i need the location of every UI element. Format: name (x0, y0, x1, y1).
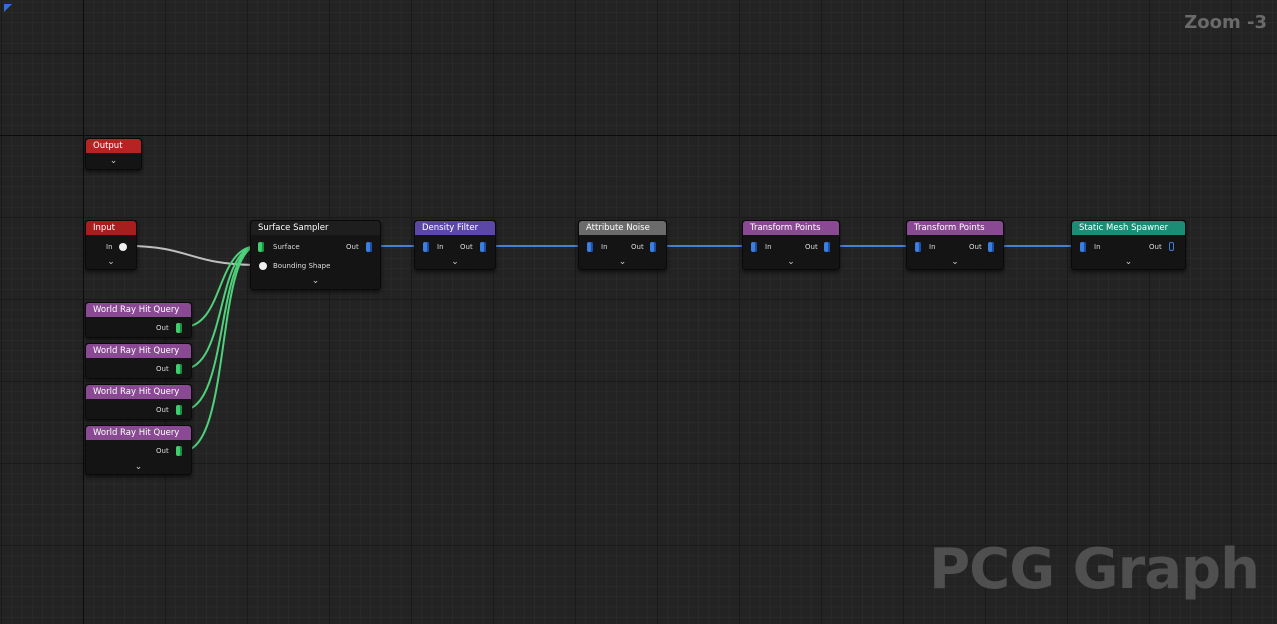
pin-row: In Out (1072, 241, 1185, 253)
pin-row: In Out (415, 241, 495, 253)
pin-label: Out (631, 243, 644, 251)
point-data-pin-icon[interactable] (915, 242, 921, 252)
spatial-data-pin-icon[interactable] (258, 242, 264, 252)
pin-label: In (1094, 243, 1101, 251)
pin-label: Out (346, 243, 359, 251)
pin-row: In Out (743, 241, 839, 253)
pin-label: Out (460, 243, 473, 251)
pin-label: In (601, 243, 608, 251)
pin-label: In (106, 243, 113, 251)
chevron-down-icon[interactable]: ⌄ (312, 277, 320, 286)
pin-label: Out (156, 447, 169, 455)
node-transform-points[interactable]: Transform Points In Out ⌄ (906, 220, 1004, 270)
pin-label: Out (156, 406, 169, 414)
pin-label: Out (156, 324, 169, 332)
in-pin-icon[interactable] (119, 243, 127, 251)
chevron-down-icon[interactable]: ⌄ (451, 258, 459, 267)
node-surface-sampler[interactable]: Surface Sampler Surface Out Bounding Sha… (250, 220, 381, 290)
pin-row: In Out (579, 241, 666, 253)
node-title: World Ray Hit Query (86, 385, 191, 399)
node-world-ray-hit-query[interactable]: World Ray Hit Query Out (85, 302, 192, 338)
node-transform-points[interactable]: Transform Points In Out ⌄ (742, 220, 840, 270)
point-data-pin-icon[interactable] (988, 242, 994, 252)
chevron-down-icon[interactable]: ⌄ (110, 157, 118, 166)
chevron-down-icon[interactable]: ⌄ (951, 258, 959, 267)
chevron-down-icon[interactable]: ⌄ (619, 258, 627, 267)
node-density-filter[interactable]: Density Filter In Out ⌄ (414, 220, 496, 270)
pin-label: Out (969, 243, 982, 251)
pin-label: In (437, 243, 444, 251)
point-data-pin-icon[interactable] (587, 242, 593, 252)
graph-canvas[interactable]: Zoom -3 PCG Graph Output ⌄ Input In ⌄ Wo… (0, 0, 1277, 624)
pin-label: Out (156, 365, 169, 373)
node-world-ray-hit-query[interactable]: World Ray Hit Query Out (85, 343, 192, 379)
spatial-data-pin-icon[interactable] (176, 446, 182, 456)
node-title: World Ray Hit Query (86, 344, 191, 358)
wire-query1-to-surface[interactable] (182, 245, 259, 328)
point-data-pin-icon[interactable] (480, 242, 486, 252)
node-world-ray-hit-query[interactable]: World Ray Hit Query Out (85, 384, 192, 420)
surface-pin-row: Surface Out (251, 241, 380, 253)
chevron-down-icon[interactable]: ⌄ (1125, 258, 1133, 267)
pin-label: In (765, 243, 772, 251)
node-title: Surface Sampler (251, 221, 380, 235)
wire-query4-to-surface[interactable] (182, 245, 259, 452)
point-data-pin-icon[interactable] (751, 242, 757, 252)
output-pin-row: Out (86, 322, 191, 334)
node-output[interactable]: Output ⌄ (85, 138, 142, 170)
node-static-mesh-spawner[interactable]: Static Mesh Spawner In Out ⌄ (1071, 220, 1186, 270)
node-input[interactable]: Input In ⌄ (85, 220, 137, 270)
point-data-pin-icon[interactable] (423, 242, 429, 252)
output-pin-row: Out (86, 445, 191, 457)
node-world-ray-hit-query[interactable]: World Ray Hit Query Out ⌄ (85, 425, 192, 475)
node-title: Attribute Noise (579, 221, 666, 235)
point-data-pin-icon[interactable] (824, 242, 830, 252)
pin-label: Surface (273, 243, 300, 251)
node-title: Transform Points (907, 221, 1003, 235)
bounding-shape-pin-icon[interactable] (259, 262, 267, 270)
pin-label: Bounding Shape (273, 262, 331, 270)
node-title: Static Mesh Spawner (1072, 221, 1185, 235)
chevron-down-icon[interactable]: ⌄ (107, 258, 115, 267)
pin-label: In (929, 243, 936, 251)
point-data-pin-icon[interactable] (1080, 242, 1086, 252)
chevron-down-icon[interactable]: ⌄ (787, 258, 795, 267)
pin-row: In Out (907, 241, 1003, 253)
node-title: Density Filter (415, 221, 495, 235)
node-title: Input (86, 221, 136, 235)
spatial-data-pin-icon[interactable] (176, 405, 182, 415)
output-pin-icon[interactable] (1169, 242, 1174, 251)
node-title: World Ray Hit Query (86, 303, 191, 317)
node-title: Transform Points (743, 221, 839, 235)
spatial-data-pin-icon[interactable] (176, 323, 182, 333)
pin-label: Out (1149, 243, 1162, 251)
point-data-pin-icon[interactable] (650, 242, 656, 252)
point-data-pin-icon[interactable] (366, 242, 372, 252)
wire-query3-to-surface[interactable] (182, 245, 259, 411)
input-pin-row: In (86, 241, 136, 253)
bounding-shape-pin-row: Bounding Shape (251, 260, 380, 272)
node-title: World Ray Hit Query (86, 426, 191, 440)
node-attribute-noise[interactable]: Attribute Noise In Out ⌄ (578, 220, 667, 270)
spatial-data-pin-icon[interactable] (176, 364, 182, 374)
output-pin-row: Out (86, 404, 191, 416)
chevron-down-icon[interactable]: ⌄ (135, 463, 143, 472)
output-pin-row: Out (86, 363, 191, 375)
node-title: Output (86, 139, 141, 153)
pin-label: Out (805, 243, 818, 251)
